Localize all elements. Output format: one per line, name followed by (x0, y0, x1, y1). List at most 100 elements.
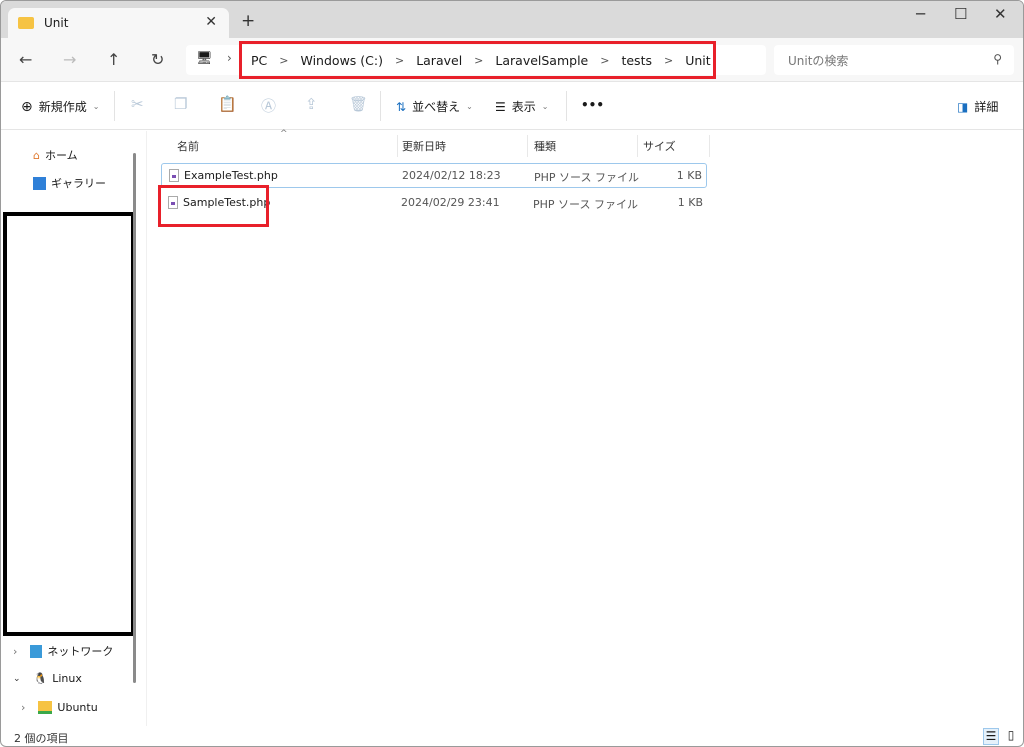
copy-icon[interactable]: ❐ (174, 95, 187, 113)
sidebar-item-label: ホーム (44, 149, 78, 162)
tab-title: Unit (44, 16, 69, 30)
network-icon (30, 644, 43, 658)
share-icon[interactable]: ⇪ (305, 95, 318, 113)
chevron-down-icon: ⌄ (541, 102, 549, 111)
column-divider[interactable] (397, 135, 398, 157)
sidebar-item-gallery[interactable]: ギャラリー (33, 175, 106, 191)
minimize-button[interactable]: ─ (916, 5, 925, 23)
paste-icon[interactable]: 📋 (218, 95, 237, 113)
file-name: ExampleTest.php (184, 169, 278, 182)
sidebar-item-label: Linux (52, 672, 82, 685)
column-divider[interactable] (637, 135, 638, 157)
tab-bar: Unit ✕ + ─ ☐ ✕ (1, 1, 1023, 38)
column-header-size[interactable]: サイズ (643, 138, 676, 154)
maximize-button[interactable]: ☐ (954, 5, 967, 23)
item-count: 2 個の項目 (14, 732, 69, 745)
search-input[interactable]: Unitの検索 ⚲ (774, 45, 1014, 75)
back-button[interactable]: ← (19, 50, 32, 69)
home-icon: ⌂ (33, 148, 40, 162)
view-label: 表示 (511, 100, 536, 114)
column-header-modified[interactable]: 更新日時 (402, 138, 446, 154)
chevron-right-icon: › (227, 51, 232, 65)
column-header-name[interactable]: 名前 (177, 138, 199, 154)
chevron-right-icon: › (21, 701, 26, 714)
file-type: PHP ソース ファイル (534, 171, 639, 184)
up-button[interactable]: ↑ (107, 50, 120, 69)
chevron-right-icon: > (279, 53, 289, 67)
details-view-icon[interactable]: ☰ (983, 728, 999, 745)
new-button[interactable]: ⊕ 新規作成 ⌄ (21, 98, 99, 115)
sidebar-scrollbar[interactable] (133, 153, 136, 683)
large-icons-view-icon[interactable]: ▯ (1003, 728, 1019, 745)
sidebar-item-label: ネットワーク (47, 645, 114, 658)
more-options-icon[interactable]: ••• (581, 98, 604, 112)
folder-icon (18, 17, 34, 29)
close-tab-icon[interactable]: ✕ (205, 14, 217, 30)
column-divider[interactable] (709, 135, 710, 157)
sidebar-item-label: Ubuntu (57, 701, 98, 714)
breadcrumb-laravel[interactable]: Laravel (416, 53, 462, 68)
file-size: 1 KB (676, 169, 702, 182)
file-modified: 2024/02/29 23:41 (401, 196, 500, 209)
chevron-down-icon: ⌄ (13, 673, 21, 684)
cut-icon[interactable]: ✂ (131, 95, 144, 113)
file-size: 1 KB (677, 196, 703, 209)
sidebar-item-label: ギャラリー (51, 177, 106, 190)
window-close-button[interactable]: ✕ (994, 5, 1007, 23)
highlight-box (158, 185, 269, 227)
php-file-icon (169, 169, 179, 182)
sort-ascending-icon: ^ (280, 129, 288, 139)
search-icon: ⚲ (993, 52, 1002, 66)
details-label: 詳細 (974, 100, 999, 114)
linux-icon: 🐧 (33, 672, 48, 685)
breadcrumb-windows-c[interactable]: Windows (C:) (301, 53, 383, 68)
divider (114, 91, 115, 121)
sort-icon: ⇅ (396, 99, 407, 114)
view-button[interactable]: ☰ 表示 ⌄ (495, 98, 548, 115)
breadcrumb-pc[interactable]: PC (251, 53, 267, 68)
chevron-right-icon: > (394, 53, 405, 67)
breadcrumb-tests[interactable]: tests (621, 53, 652, 68)
file-modified: 2024/02/12 18:23 (402, 169, 501, 182)
breadcrumb-unit[interactable]: Unit (685, 53, 710, 68)
command-bar: ⊕ 新規作成 ⌄ ✂ ❐ 📋 Ⓐ ⇪ 🗑 ⇅ 並べ替え ⌄ ☰ 表示 ⌄ ••• ◨ 詳細 (1, 83, 1023, 130)
column-divider[interactable] (527, 135, 528, 157)
sidebar-item-network[interactable]: › ネットワーク (13, 643, 113, 659)
refresh-button[interactable]: ↻ (151, 50, 164, 69)
sidebar-item-ubuntu[interactable]: › Ubuntu (21, 701, 98, 714)
delete-icon[interactable]: 🗑 (349, 95, 368, 113)
sort-label: 並べ替え (412, 100, 461, 114)
new-label: 新規作成 (38, 100, 87, 114)
forward-button[interactable]: → (63, 50, 76, 69)
chevron-right-icon: › (13, 644, 18, 658)
plus-circle-icon: ⊕ (21, 98, 33, 115)
chevron-right-icon: > (474, 53, 484, 67)
divider (566, 91, 567, 121)
address-row: ← → ↑ ↻ 🖥 › PC > Windows (C:) > Laravel > L… (1, 38, 1023, 82)
chevron-right-icon: > (664, 53, 674, 67)
search-placeholder: Unitの検索 (788, 53, 849, 68)
file-list: ^ 名前 更新日時 種類 サイズ ExampleTest.php 2024/02… (146, 129, 1023, 726)
status-bar: 2 個の項目 (1, 726, 1023, 746)
chevron-down-icon: ⌄ (466, 102, 473, 111)
pc-icon: 🖥 (196, 51, 213, 66)
gallery-icon (33, 176, 46, 190)
breadcrumb-laravelsample[interactable]: LaravelSample (495, 53, 588, 68)
tab-unit[interactable]: Unit ✕ (8, 8, 229, 38)
details-button[interactable]: ◨ 詳細 (957, 98, 998, 115)
sidebar-item-home[interactable]: ⌂ ホーム (33, 147, 78, 163)
sort-button[interactable]: ⇅ 並べ替え ⌄ (396, 98, 473, 115)
column-header-type[interactable]: 種類 (534, 138, 556, 154)
chevron-down-icon: ⌄ (92, 102, 100, 111)
rename-icon[interactable]: Ⓐ (261, 95, 276, 116)
breadcrumb: PC > Windows (C:) > Laravel > LaravelSample… (239, 41, 716, 79)
folder-icon (38, 701, 53, 714)
file-type: PHP ソース ファイル (533, 198, 638, 211)
sidebar-item-linux[interactable]: ⌄ 🐧 Linux (13, 672, 82, 685)
details-pane-icon: ◨ (957, 99, 969, 114)
navigation-pane: ⌂ ホーム ギャラリー › ネットワーク ⌄ 🐧 Linux › Ubuntu (1, 131, 139, 726)
new-tab-button[interactable]: + (241, 11, 255, 31)
redaction-box (3, 212, 135, 636)
file-explorer-window: Unit ✕ + ─ ☐ ✕ ← → ↑ ↻ 🖥 › PC > Windows (… (0, 0, 1024, 747)
view-icon: ☰ (495, 99, 506, 114)
